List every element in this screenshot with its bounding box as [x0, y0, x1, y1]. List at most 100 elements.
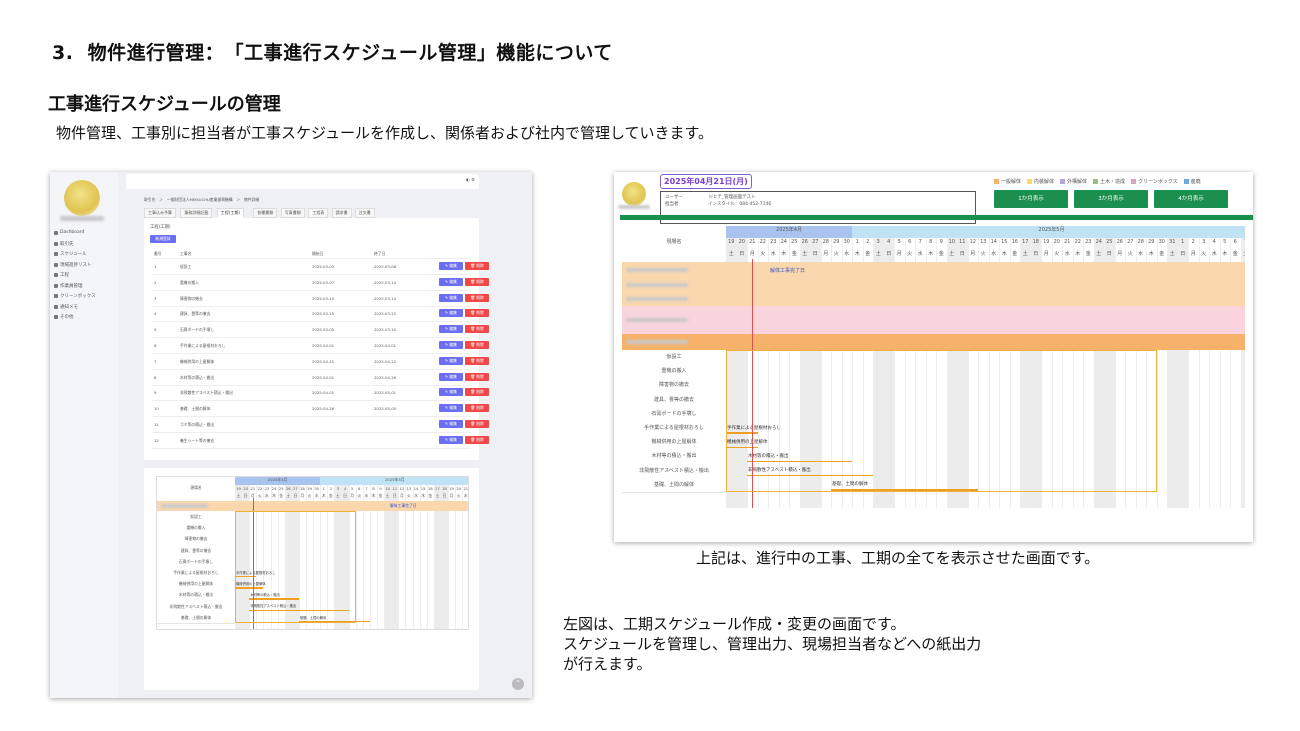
delete-button[interactable]: 🗑 削除	[465, 325, 489, 334]
edit-button[interactable]: ✎ 編集	[439, 277, 463, 286]
view-3month-button[interactable]: 3か月表示	[1074, 190, 1148, 208]
edit-button[interactable]: ✎ 編集	[439, 435, 463, 444]
company-logo	[64, 180, 100, 216]
task-name: 基礎、土間の解体	[157, 611, 235, 624]
edit-button[interactable]: ✎ 編集	[439, 388, 463, 397]
day-number: 3	[336, 486, 340, 491]
task-name: 建具、畳等の撤去	[622, 392, 726, 408]
task-name: 手作業による屋根材おろし	[622, 421, 726, 437]
day-weekday: 日	[812, 251, 818, 257]
row-start: 2025-04-01	[312, 374, 335, 380]
day-weekday: 日	[739, 251, 745, 257]
project-row	[622, 278, 1245, 292]
user-value: ジヒテ_管理画面テスト	[708, 195, 756, 200]
tab-item[interactable]: 注文書	[354, 208, 375, 218]
sidebar-item[interactable]: 作業員管理	[54, 283, 83, 289]
delete-button[interactable]: 🗑 削除	[465, 388, 489, 397]
tab-item[interactable]: 工事込み予算	[144, 208, 176, 218]
day-weekday: 水	[1211, 251, 1217, 257]
task-name: 基礎、土間の解体	[622, 477, 726, 493]
day-number: 18	[442, 486, 447, 491]
row-end: 2025-04-26	[374, 374, 397, 380]
breadcrumb[interactable]: 取引先 ＞ 一般財団法人MEIKUCHU産業振興機構 ＞ 物件詳細	[144, 197, 259, 203]
tab-item[interactable]: 各種書類	[253, 208, 278, 218]
top-search-bar[interactable]: ◐ ⚙	[126, 174, 479, 189]
day-weekday: 水	[1138, 251, 1144, 257]
legend-item: 外構解体	[1060, 178, 1087, 185]
tab-item[interactable]: 請求書	[331, 208, 352, 218]
day-number: 17	[434, 486, 440, 491]
row-start: 2025-04-01	[312, 390, 335, 396]
day-weekday: 土	[1096, 251, 1102, 257]
row-number: 6	[154, 343, 157, 348]
edit-button[interactable]: ✎ 編集	[439, 420, 463, 428]
scroll-top-button[interactable]: ⌃	[512, 678, 524, 690]
sidebar-item[interactable]: Dashboard	[54, 230, 84, 235]
delete-button[interactable]: 🗑 削除	[465, 404, 489, 413]
gantt-chart: 現場名 2025年4月 2025年5月 19 土 20 日 21 月 22 火 23 水 24 木 25 金 26…	[622, 226, 1245, 508]
add-button[interactable]: 新規登録	[150, 235, 176, 243]
menu-icon	[54, 294, 58, 298]
row-number: 8	[154, 374, 157, 380]
row-number: 1	[154, 264, 157, 269]
day-number: 23	[264, 486, 270, 491]
edit-button[interactable]: ✎ 編集	[439, 262, 463, 270]
row-divider	[152, 447, 471, 449]
edit-button[interactable]: ✎ 編集	[439, 341, 463, 349]
sidebar-item[interactable]: 現場進捗リスト	[54, 262, 92, 268]
day-number: 31	[1169, 239, 1176, 245]
edit-button[interactable]: ✎ 編集	[439, 372, 463, 381]
day-number: 28	[822, 239, 829, 245]
delete-button[interactable]: 🗑 削除	[465, 277, 489, 286]
sidebar-item[interactable]: クリーンボックス	[54, 293, 96, 299]
tab-item[interactable]: 工程表	[308, 208, 329, 218]
delete-button[interactable]: 🗑 削除	[465, 262, 489, 270]
day-weekday: 土	[336, 493, 340, 498]
table-header: 番号	[154, 251, 162, 256]
delete-button[interactable]: 🗑 削除	[465, 435, 489, 444]
legend-item: 一般解体	[994, 178, 1021, 185]
task-name: 石膏ボードの手壊し	[622, 406, 726, 422]
sidebar-item[interactable]: 工程	[54, 272, 69, 278]
sidebar-item[interactable]: 取引先	[54, 241, 74, 247]
edit-button[interactable]: ✎ 編集	[439, 309, 463, 318]
tab-item[interactable]: 業務詳細記載	[180, 208, 213, 218]
sidebar-item[interactable]: スケジュール	[54, 251, 87, 257]
right-caption: 上記は、進行中の工事、工期の全てを表示させた画面です。	[696, 549, 1100, 567]
day-number: 20	[1053, 239, 1060, 245]
delete-button[interactable]: 🗑 削除	[465, 293, 489, 302]
edit-button[interactable]: ✎ 編集	[439, 356, 463, 365]
tab-item[interactable]: 工程(工期)	[216, 208, 244, 218]
row-divider	[152, 368, 471, 370]
edit-button[interactable]: ✎ 編集	[439, 325, 463, 334]
sidebar-item-label: クリーンボックス	[60, 294, 96, 299]
row-number: 10	[154, 406, 159, 412]
outline-box	[235, 511, 356, 623]
day-number: 30	[843, 239, 850, 245]
view-4month-button[interactable]: 4か月表示	[1154, 190, 1228, 208]
day-weekday: 火	[307, 493, 312, 498]
day-number: 9	[379, 486, 382, 491]
edit-button[interactable]: ✎ 編集	[439, 293, 463, 302]
day-number: 28	[1137, 239, 1144, 245]
sidebar-item[interactable]: その他	[54, 314, 74, 320]
day-number: 21	[250, 486, 256, 491]
sidebar-item-label: 工程	[60, 273, 69, 278]
tab-item[interactable]: 写真書類	[280, 208, 305, 218]
legend-swatch	[1183, 179, 1189, 184]
day-number: 28	[300, 486, 305, 491]
delete-button[interactable]: 🗑 削除	[465, 420, 489, 428]
delete-button[interactable]: 🗑 削除	[465, 356, 489, 365]
day-weekday: 水	[265, 493, 269, 498]
delete-button[interactable]: 🗑 削除	[465, 372, 489, 381]
delete-button[interactable]: 🗑 削除	[465, 309, 489, 318]
sidebar-item[interactable]: 通知メモ	[54, 304, 78, 310]
project-name	[626, 268, 689, 272]
day-number: 14	[413, 486, 419, 491]
edit-button[interactable]: ✎ 編集	[439, 404, 463, 413]
view-1month-button[interactable]: 1か月表示	[994, 190, 1068, 208]
row-start: 2025-04-11	[312, 358, 335, 364]
day-weekday: 水	[463, 493, 468, 498]
delete-button[interactable]: 🗑 削除	[465, 341, 489, 349]
day-number: 16	[427, 486, 433, 491]
